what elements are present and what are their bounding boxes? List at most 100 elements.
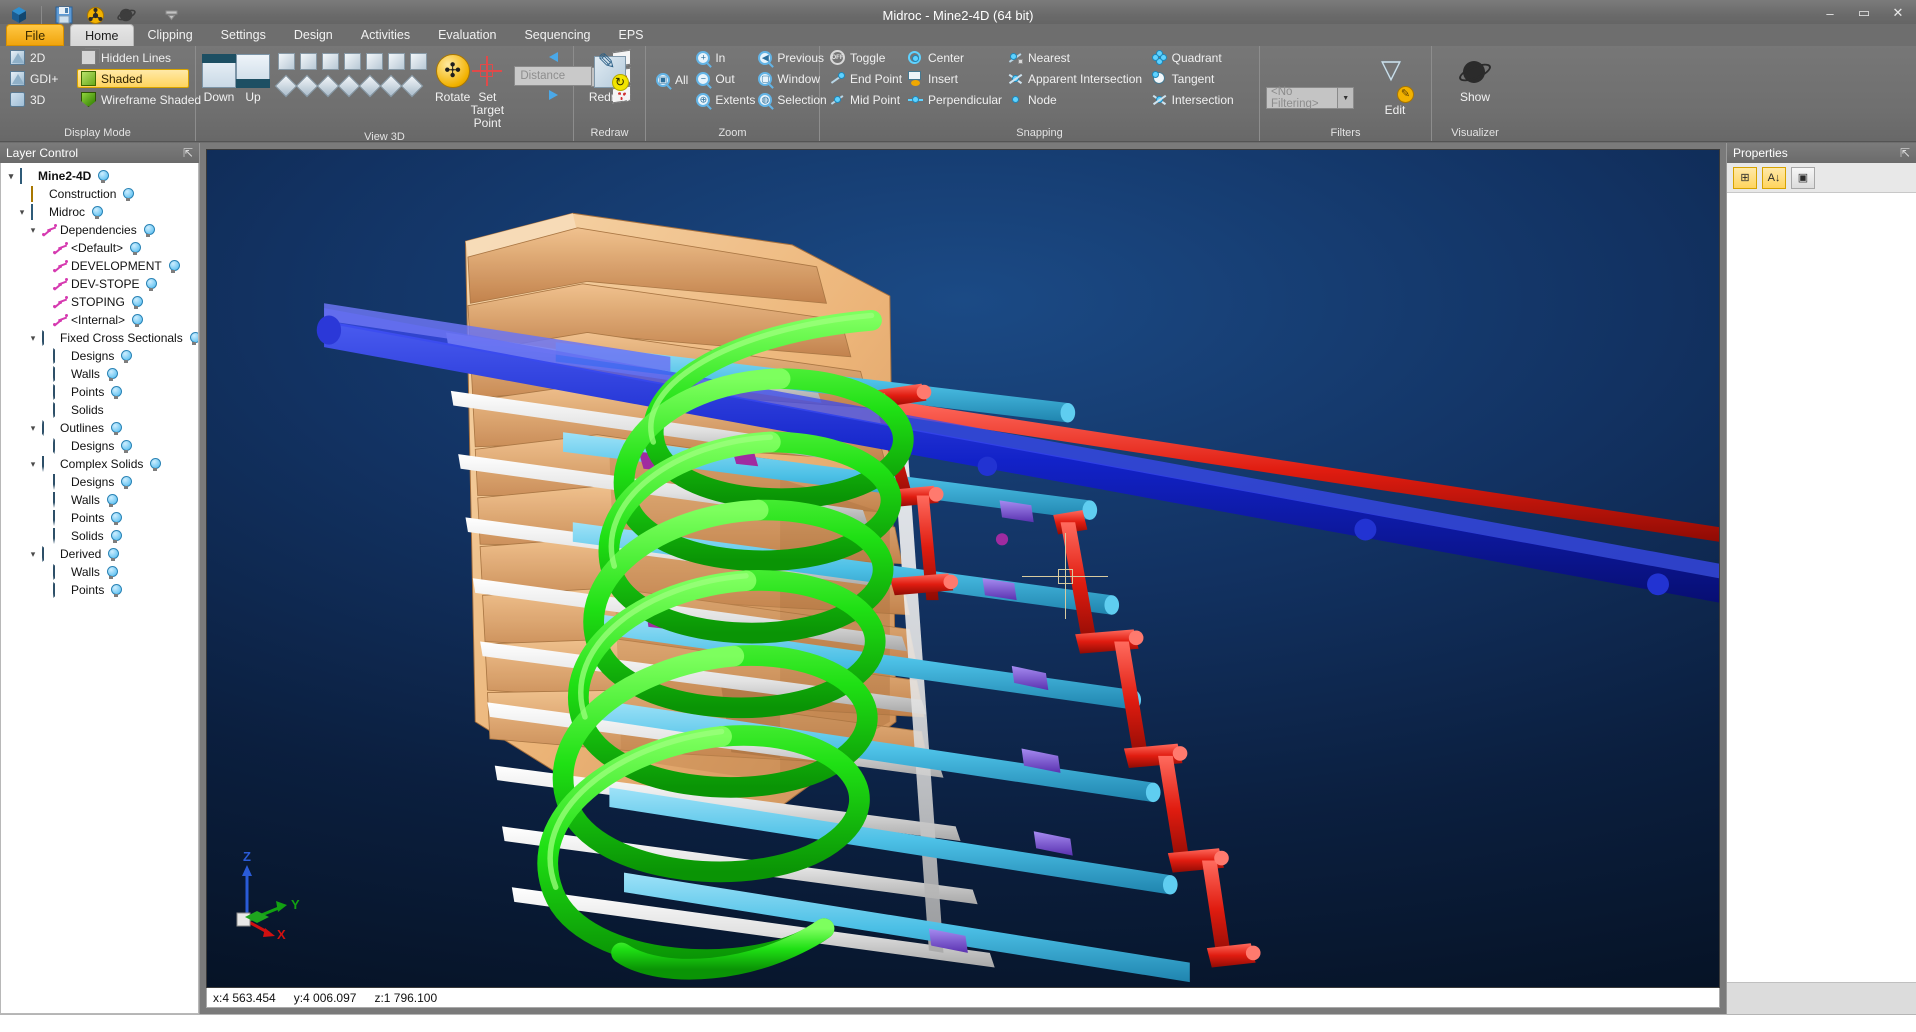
layer-tree-item[interactable]: <Default> [3, 239, 198, 257]
visibility-bulb-icon[interactable] [129, 241, 142, 255]
layer-tree-item[interactable]: DEVELOPMENT [3, 257, 198, 275]
visibility-bulb-icon[interactable] [97, 169, 110, 183]
chevron-down-icon[interactable]: ▼ [1337, 88, 1353, 108]
globe-icon[interactable] [115, 4, 137, 26]
view-cube-3[interactable] [322, 53, 339, 70]
view-up-button[interactable]: Up [236, 52, 270, 104]
view-diamond-4[interactable] [337, 74, 361, 98]
view-cube-4[interactable] [344, 53, 361, 70]
visibility-bulb-icon[interactable] [143, 223, 155, 237]
display-mode-gdi[interactable]: GDI+ [6, 69, 77, 88]
expander-chevron-icon[interactable]: ▾ [27, 423, 39, 434]
snap-intersection-button[interactable]: Intersection [1148, 90, 1253, 109]
visibility-bulb-icon[interactable] [122, 187, 135, 201]
tab-eps[interactable]: EPS [605, 24, 658, 46]
expander-chevron-icon[interactable]: ▾ [27, 459, 39, 470]
maximize-button[interactable]: ▭ [1852, 3, 1876, 23]
ribbon-tab-bar[interactable]: File Home Clipping Settings Design Activ… [0, 24, 1916, 46]
display-mode-3d[interactable]: 3D [6, 90, 77, 109]
zoom-previous-button[interactable]: ◀ Previous [754, 48, 826, 67]
visibility-bulb-icon[interactable] [110, 385, 123, 399]
view-orientation-grid[interactable] [274, 53, 427, 98]
display-mode-wireframe-shaded[interactable]: Wireframe Shaded [77, 90, 201, 109]
rotate-button[interactable]: Rotate [435, 52, 470, 104]
redraw-button[interactable]: Redraw [581, 54, 639, 104]
layer-tree-item[interactable]: Walls [3, 491, 198, 509]
tab-settings[interactable]: Settings [207, 24, 280, 46]
view-diamond-2[interactable] [295, 74, 319, 98]
quick-access-toolbar[interactable] [0, 4, 182, 26]
layer-tree-item[interactable]: Designs [3, 347, 198, 365]
view-down-button[interactable]: Down [202, 52, 236, 104]
visibility-bulb-icon[interactable] [189, 331, 198, 345]
set-target-point-button[interactable]: Set Target Point [470, 52, 504, 130]
snap-apparent-intersection-button[interactable]: Apparent Intersection [1004, 69, 1148, 88]
snap-insert-button[interactable]: Insert [904, 69, 1004, 88]
tab-activities[interactable]: Activities [347, 24, 424, 46]
layer-tree-item[interactable]: Points [3, 383, 198, 401]
expander-chevron-icon[interactable]: ▾ [16, 207, 28, 218]
visibility-bulb-icon[interactable] [145, 277, 158, 291]
snap-center-button[interactable]: Center [904, 48, 1004, 67]
properties-toolbar[interactable]: ⊞ A↓ ▣ [1727, 163, 1916, 193]
layer-tree-item[interactable]: ▾ Mine2-4D [3, 167, 198, 185]
categorized-button[interactable]: ⊞ [1733, 166, 1757, 189]
layer-tree-item[interactable]: STOPING [3, 293, 198, 311]
view-diamond-5[interactable] [358, 74, 382, 98]
layer-tree-item[interactable]: Points [3, 509, 198, 527]
visibility-bulb-icon[interactable] [168, 259, 180, 273]
display-mode-shaded[interactable]: Shaded [77, 69, 189, 88]
layer-tree-item[interactable]: Designs [3, 473, 198, 491]
snap-perpendicular-button[interactable]: Perpendicular [904, 90, 1004, 109]
visibility-bulb-icon[interactable] [120, 439, 133, 453]
expander-chevron-icon[interactable]: ▾ [27, 225, 39, 236]
view-cube-5[interactable] [366, 53, 383, 70]
snap-quadrant-button[interactable]: Quadrant [1148, 48, 1253, 67]
visibility-bulb-icon[interactable] [149, 457, 162, 471]
zoom-all-button[interactable]: ▣ All [652, 70, 692, 89]
zoom-out-button[interactable]: − Out [692, 69, 754, 88]
view-diamond-3[interactable] [316, 74, 340, 98]
zoom-selection-button[interactable]: ◍ Selection [754, 90, 827, 109]
layer-tree-item[interactable]: ▾ Fixed Cross Sectionals [3, 329, 198, 347]
minimize-button[interactable]: – [1818, 3, 1842, 23]
view-cube-2[interactable] [300, 53, 317, 70]
visibility-bulb-icon[interactable] [106, 565, 118, 579]
layer-tree-item[interactable]: ▾ Midroc [3, 203, 198, 221]
view-diamond-1[interactable] [274, 74, 298, 98]
view-cube-6[interactable] [388, 53, 405, 70]
tab-file[interactable]: File [6, 24, 65, 46]
layer-tree[interactable]: ▾ Mine2-4D Construction ▾ Midroc ▾ Dependencie… [0, 163, 199, 1014]
app-cube-icon[interactable] [8, 4, 30, 26]
snap-nearest-button[interactable]: Nearest [1004, 48, 1148, 67]
visibility-bulb-icon[interactable] [131, 295, 143, 309]
display-mode-2d[interactable]: 2D [6, 48, 77, 67]
layer-tree-item[interactable]: DEV-STOPE [3, 275, 198, 293]
tab-evaluation[interactable]: Evaluation [424, 24, 510, 46]
visibility-bulb-icon[interactable] [120, 349, 133, 363]
visibility-bulb-icon[interactable] [120, 475, 133, 489]
zoom-extents-button[interactable]: ⊕ Extents [692, 90, 755, 109]
visibility-bulb-icon[interactable] [110, 529, 122, 543]
view-diamond-7[interactable] [400, 74, 424, 98]
tab-sequencing[interactable]: Sequencing [510, 24, 604, 46]
tab-design[interactable]: Design [280, 24, 347, 46]
visibility-bulb-icon[interactable] [110, 421, 123, 435]
arrow-right-icon[interactable] [548, 90, 558, 100]
expander-chevron-icon[interactable]: ▾ [27, 333, 39, 344]
snap-tangent-button[interactable]: Tangent [1148, 69, 1253, 88]
layer-tree-item[interactable]: ▾ Complex Solids [3, 455, 198, 473]
snap-mid-point-button[interactable]: Mid Point [826, 90, 904, 109]
viewport-3d[interactable]: Z Y X [206, 149, 1720, 988]
window-buttons[interactable]: – ▭ ✕ [1818, 3, 1910, 23]
alphabetical-sort-button[interactable]: A↓ [1762, 166, 1786, 189]
pin-icon[interactable]: ⇱ [183, 146, 193, 160]
properties-grid[interactable] [1727, 193, 1916, 982]
layer-tree-item[interactable]: Walls [3, 563, 198, 581]
view-diamond-6[interactable] [379, 74, 403, 98]
expander-chevron-icon[interactable]: ▾ [5, 171, 17, 182]
snap-toggle-button[interactable]: OFF Toggle [826, 48, 904, 67]
close-button[interactable]: ✕ [1886, 3, 1910, 23]
tab-clipping[interactable]: Clipping [134, 24, 207, 46]
layer-tree-item[interactable]: ▾ Outlines [3, 419, 198, 437]
